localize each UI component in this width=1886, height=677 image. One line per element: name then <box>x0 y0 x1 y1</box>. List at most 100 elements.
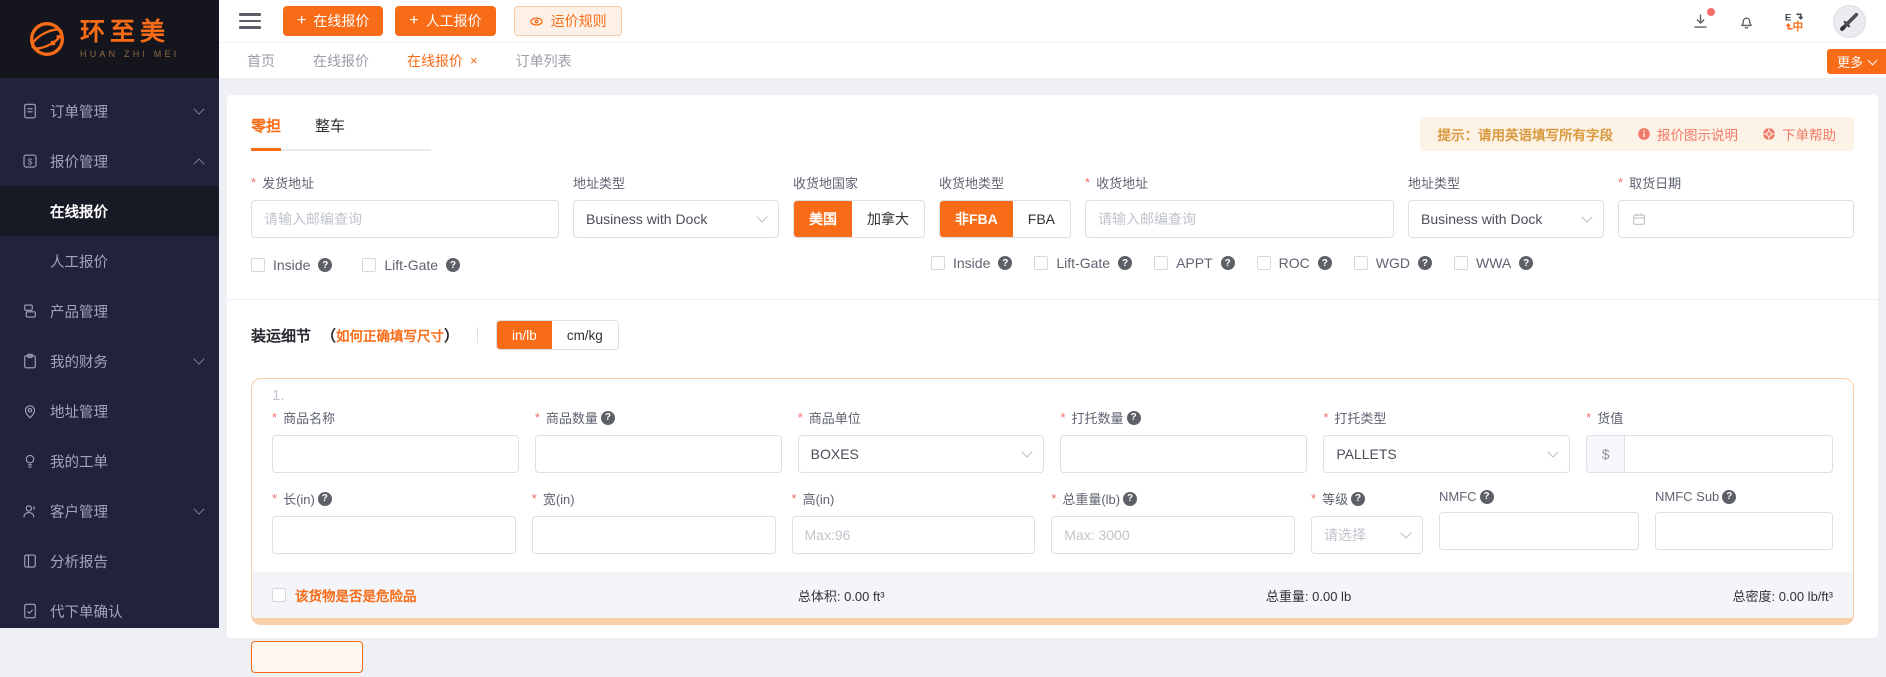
grade-select[interactable]: 请选择 <box>1311 516 1423 554</box>
online-quote-button[interactable]: 在线报价 <box>283 6 383 36</box>
notification-dot <box>1707 8 1715 16</box>
question-icon[interactable] <box>1519 256 1533 270</box>
rate-rules-button[interactable]: 运价规则 <box>514 6 622 36</box>
dest-address-type-label: 地址类型 <box>1408 173 1604 192</box>
pallet-type-select[interactable]: PALLETS <box>1323 435 1570 473</box>
language-switch-button[interactable]: E 中 <box>1783 10 1806 33</box>
checkbox[interactable] <box>272 588 286 602</box>
manual-quote-button[interactable]: 人工报价 <box>395 6 495 36</box>
country-ca-option[interactable]: 加拿大 <box>852 201 924 237</box>
tab-online-quote-1[interactable]: 在线报价 <box>313 51 369 71</box>
question-icon[interactable] <box>446 258 460 272</box>
hamburger-menu-icon[interactable] <box>239 9 261 33</box>
pickup-address-input[interactable] <box>251 200 559 238</box>
country-us-option[interactable]: 美国 <box>794 201 852 237</box>
download-button[interactable] <box>1691 12 1710 31</box>
hint-text: 提示：请用英语填写所有字段 <box>1438 124 1614 144</box>
width-input[interactable] <box>532 516 776 554</box>
pickup-address-type-select[interactable]: Business with Dock <box>573 200 779 238</box>
avatar[interactable] <box>1833 5 1866 38</box>
sidebar-item-orders[interactable]: 订单管理 <box>0 86 219 136</box>
dest-address-type-select[interactable]: Business with Dock <box>1408 200 1604 238</box>
dest-roc-checkbox[interactable]: ROC <box>1257 255 1332 271</box>
tab-online-quote-2[interactable]: 在线报价× <box>407 51 478 71</box>
add-item-button[interactable] <box>251 641 363 673</box>
nmfc-label: NMFC <box>1439 489 1639 504</box>
sidebar-item-label: 报价管理 <box>50 151 108 172</box>
location-pin-icon <box>21 402 39 420</box>
question-icon[interactable] <box>1318 256 1332 270</box>
question-icon[interactable] <box>318 258 332 272</box>
sidebar-item-addresses[interactable]: 地址管理 <box>0 386 219 436</box>
brand-logo[interactable]: 环至美 HUAN ZHI MEI <box>0 0 219 78</box>
question-icon[interactable] <box>1418 256 1432 270</box>
height-input[interactable] <box>792 516 1036 554</box>
sidebar-item-reports[interactable]: 分析报告 <box>0 536 219 586</box>
sidebar-item-customers[interactable]: 客户管理 <box>0 486 219 536</box>
dest-inside-checkbox[interactable]: Inside <box>931 255 1012 271</box>
pickup-date-input[interactable] <box>1618 200 1854 238</box>
unit-cmkg-option[interactable]: cm/kg <box>552 321 618 349</box>
more-tabs-button[interactable]: 更多 <box>1827 49 1886 74</box>
sidebar-item-tickets[interactable]: 我的工单 <box>0 436 219 486</box>
nmfc-input[interactable] <box>1439 512 1639 550</box>
fba-option[interactable]: FBA <box>1013 201 1070 237</box>
item-qty-input[interactable] <box>535 435 782 473</box>
pickup-inside-checkbox[interactable]: Inside <box>251 257 332 273</box>
question-icon[interactable] <box>1123 492 1137 506</box>
pallet-qty-input[interactable] <box>1060 435 1307 473</box>
sidebar-item-quotes[interactable]: $ 报价管理 <box>0 136 219 186</box>
quote-guide-link[interactable]: 报价图示说明 <box>1637 124 1738 144</box>
sidebar-item-manual-quote[interactable]: 人工报价 <box>0 236 219 286</box>
sidebar-item-online-quote[interactable]: 在线报价 <box>0 186 219 236</box>
question-icon[interactable] <box>1127 411 1141 425</box>
question-icon[interactable] <box>1351 492 1365 506</box>
hazmat-checkbox[interactable]: 该货物是否是危险品 <box>272 585 417 605</box>
question-icon[interactable] <box>601 411 615 425</box>
nmfc-sub-input[interactable] <box>1655 512 1833 550</box>
unit-inlb-option[interactable]: in/lb <box>497 321 552 349</box>
value-input[interactable] <box>1624 435 1833 473</box>
checkbox[interactable] <box>1034 256 1048 270</box>
pickup-address-type-label: 地址类型 <box>573 173 779 192</box>
dest-liftgate-checkbox[interactable]: Lift-Gate <box>1034 255 1132 271</box>
checkbox[interactable] <box>1154 256 1168 270</box>
size-help-link[interactable]: 如何正确填写尺寸 <box>336 329 444 344</box>
pickup-liftgate-checkbox[interactable]: Lift-Gate <box>362 257 460 273</box>
length-input[interactable] <box>272 516 516 554</box>
checkbox[interactable] <box>251 258 265 272</box>
dest-address-input[interactable] <box>1085 200 1394 238</box>
checkbox[interactable] <box>931 256 945 270</box>
question-icon[interactable] <box>1722 490 1736 504</box>
order-help-link[interactable]: 下单帮助 <box>1762 124 1836 144</box>
checkbox[interactable] <box>1354 256 1368 270</box>
checkbox[interactable] <box>1454 256 1468 270</box>
sidebar-item-products[interactable]: 产品管理 <box>0 286 219 336</box>
non-fba-option[interactable]: 非FBA <box>940 201 1013 237</box>
sidebar-item-label: 产品管理 <box>50 301 108 322</box>
tab-order-list[interactable]: 订单列表 <box>516 51 572 71</box>
item-name-input[interactable] <box>272 435 519 473</box>
checkbox[interactable] <box>1257 256 1271 270</box>
tab-home[interactable]: 首页 <box>247 51 275 71</box>
question-icon[interactable] <box>1480 490 1494 504</box>
sidebar-item-order-confirm[interactable]: 代下单确认 <box>0 586 219 636</box>
tab-ltl[interactable]: 零担 <box>251 115 281 151</box>
close-icon[interactable]: × <box>470 54 478 67</box>
question-icon[interactable] <box>1221 256 1235 270</box>
dest-wgd-checkbox[interactable]: WGD <box>1354 255 1432 271</box>
tab-ftl[interactable]: 整车 <box>315 115 345 149</box>
item-unit-select[interactable]: BOXES <box>798 435 1045 473</box>
notifications-button[interactable] <box>1737 12 1756 31</box>
chevron-down-icon <box>193 103 204 114</box>
question-icon[interactable] <box>1118 256 1132 270</box>
dest-wwa-checkbox[interactable]: WWA <box>1454 255 1533 271</box>
dest-appt-checkbox[interactable]: APPT <box>1154 255 1235 271</box>
sidebar-item-finance[interactable]: 我的财务 <box>0 336 219 386</box>
dest-country-label: 收货地国家 <box>793 173 925 192</box>
question-icon[interactable] <box>998 256 1012 270</box>
rate-rules-label: 运价规则 <box>551 11 607 31</box>
checkbox[interactable] <box>362 258 376 272</box>
weight-input[interactable] <box>1051 516 1295 554</box>
question-icon[interactable] <box>318 492 332 506</box>
